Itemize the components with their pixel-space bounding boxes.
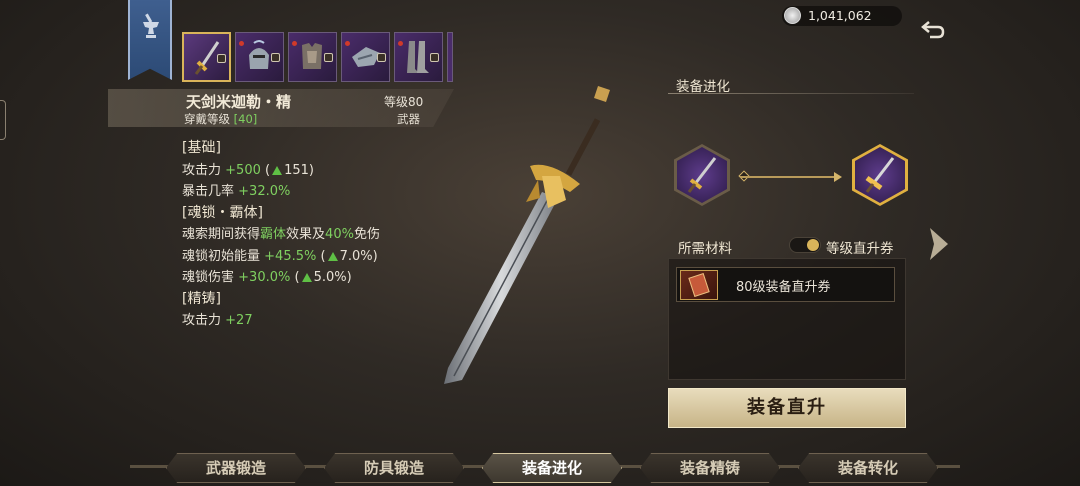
equipment-slot-helmet[interactable] bbox=[235, 32, 284, 82]
level-ticket-toggle[interactable] bbox=[789, 237, 821, 253]
base-stats-header: [基础] bbox=[182, 140, 221, 156]
equipment-slot-chest[interactable] bbox=[288, 32, 337, 82]
rune-socket-icon bbox=[271, 53, 280, 62]
silver-coin-icon bbox=[784, 7, 801, 24]
chest-armor-icon bbox=[302, 43, 322, 69]
title-divider bbox=[668, 93, 914, 94]
item-name: 天剑米迦勒・精 bbox=[186, 93, 292, 111]
rune-socket-icon bbox=[324, 53, 333, 62]
boots-icon bbox=[407, 41, 429, 73]
source-weapon-slot[interactable] bbox=[674, 144, 730, 206]
equipment-slot-boots[interactable] bbox=[394, 32, 443, 82]
stat-crit: 暴击几率 +32.0% bbox=[182, 184, 291, 199]
soul-lock-description: 魂索期间获得霸体效果及40%免伤 bbox=[182, 227, 380, 242]
stat-refine-attack: 攻击力 +27 bbox=[182, 313, 253, 328]
tab-armor-forge[interactable]: 防具锻造 bbox=[324, 453, 464, 483]
evolution-title: 装备进化 bbox=[676, 79, 730, 95]
materials-label: 所需材料 bbox=[678, 241, 732, 257]
wear-level-label: 穿戴等级 bbox=[184, 112, 230, 126]
level-ticket-toggle-label: 等级直升券 bbox=[826, 241, 894, 257]
evolution-connector bbox=[740, 176, 840, 178]
evolved-sword-icon bbox=[865, 157, 895, 193]
chevron-right-icon[interactable] bbox=[924, 226, 954, 262]
upgrade-button[interactable]: 装备直升 bbox=[668, 388, 906, 428]
anvil-icon bbox=[143, 13, 159, 38]
back-icon[interactable] bbox=[920, 18, 946, 42]
stat-attack: 攻击力 +500 (151) bbox=[182, 162, 314, 178]
side-drawer-handle[interactable] bbox=[0, 100, 6, 140]
target-weapon-slot[interactable] bbox=[852, 144, 908, 206]
upgrade-arrow-icon bbox=[301, 273, 312, 282]
currency-value: 1,041,062 bbox=[808, 8, 872, 23]
rune-socket-icon bbox=[217, 54, 226, 63]
equipment-slot-weapon[interactable] bbox=[182, 32, 231, 82]
evolution-arrow-icon bbox=[834, 172, 842, 182]
forge-banner bbox=[128, 0, 172, 80]
upgrade-arrow-icon bbox=[327, 251, 338, 261]
toggle-knob bbox=[807, 239, 819, 251]
item-type: 武器 bbox=[397, 112, 420, 126]
stat-soul-damage: 魂锁伤害 +30.0% (5.0%) bbox=[182, 270, 352, 285]
upgrade-arrow-icon bbox=[272, 165, 283, 175]
upgrade-ticket-icon bbox=[680, 270, 718, 300]
equipment-slot-gloves[interactable] bbox=[341, 32, 390, 82]
soul-lock-header: [魂锁・霸体] bbox=[182, 204, 263, 221]
equipment-slot-overflow[interactable] bbox=[447, 32, 453, 82]
wear-level: 穿戴等级 [40] bbox=[184, 111, 257, 127]
tab-weapon-forge[interactable]: 武器锻造 bbox=[166, 453, 306, 483]
material-item-label: 80级装备直升券 bbox=[736, 280, 831, 295]
refine-header: [精铸] bbox=[182, 290, 221, 307]
helmet-icon bbox=[249, 40, 269, 69]
item-stats: [基础] 攻击力 +500 (151) 暴击几率 +32.0% [魂锁・霸体] … bbox=[182, 138, 380, 332]
tab-equipment-refine[interactable]: 装备精铸 bbox=[640, 453, 780, 483]
rune-socket-icon bbox=[430, 53, 439, 62]
wear-level-value: [40] bbox=[233, 112, 258, 126]
item-level: 等级80 bbox=[384, 95, 424, 109]
stat-soul-energy: 魂锁初始能量 +45.5% (7.0%) bbox=[182, 248, 378, 264]
equipment-slot-bar bbox=[182, 32, 453, 82]
rune-socket-icon bbox=[377, 53, 386, 62]
tab-equipment-evolution[interactable]: 装备进化 bbox=[482, 453, 622, 483]
greatsword-preview-icon bbox=[444, 86, 610, 384]
sword-icon bbox=[687, 157, 717, 193]
tab-equipment-convert[interactable]: 装备转化 bbox=[798, 453, 938, 483]
